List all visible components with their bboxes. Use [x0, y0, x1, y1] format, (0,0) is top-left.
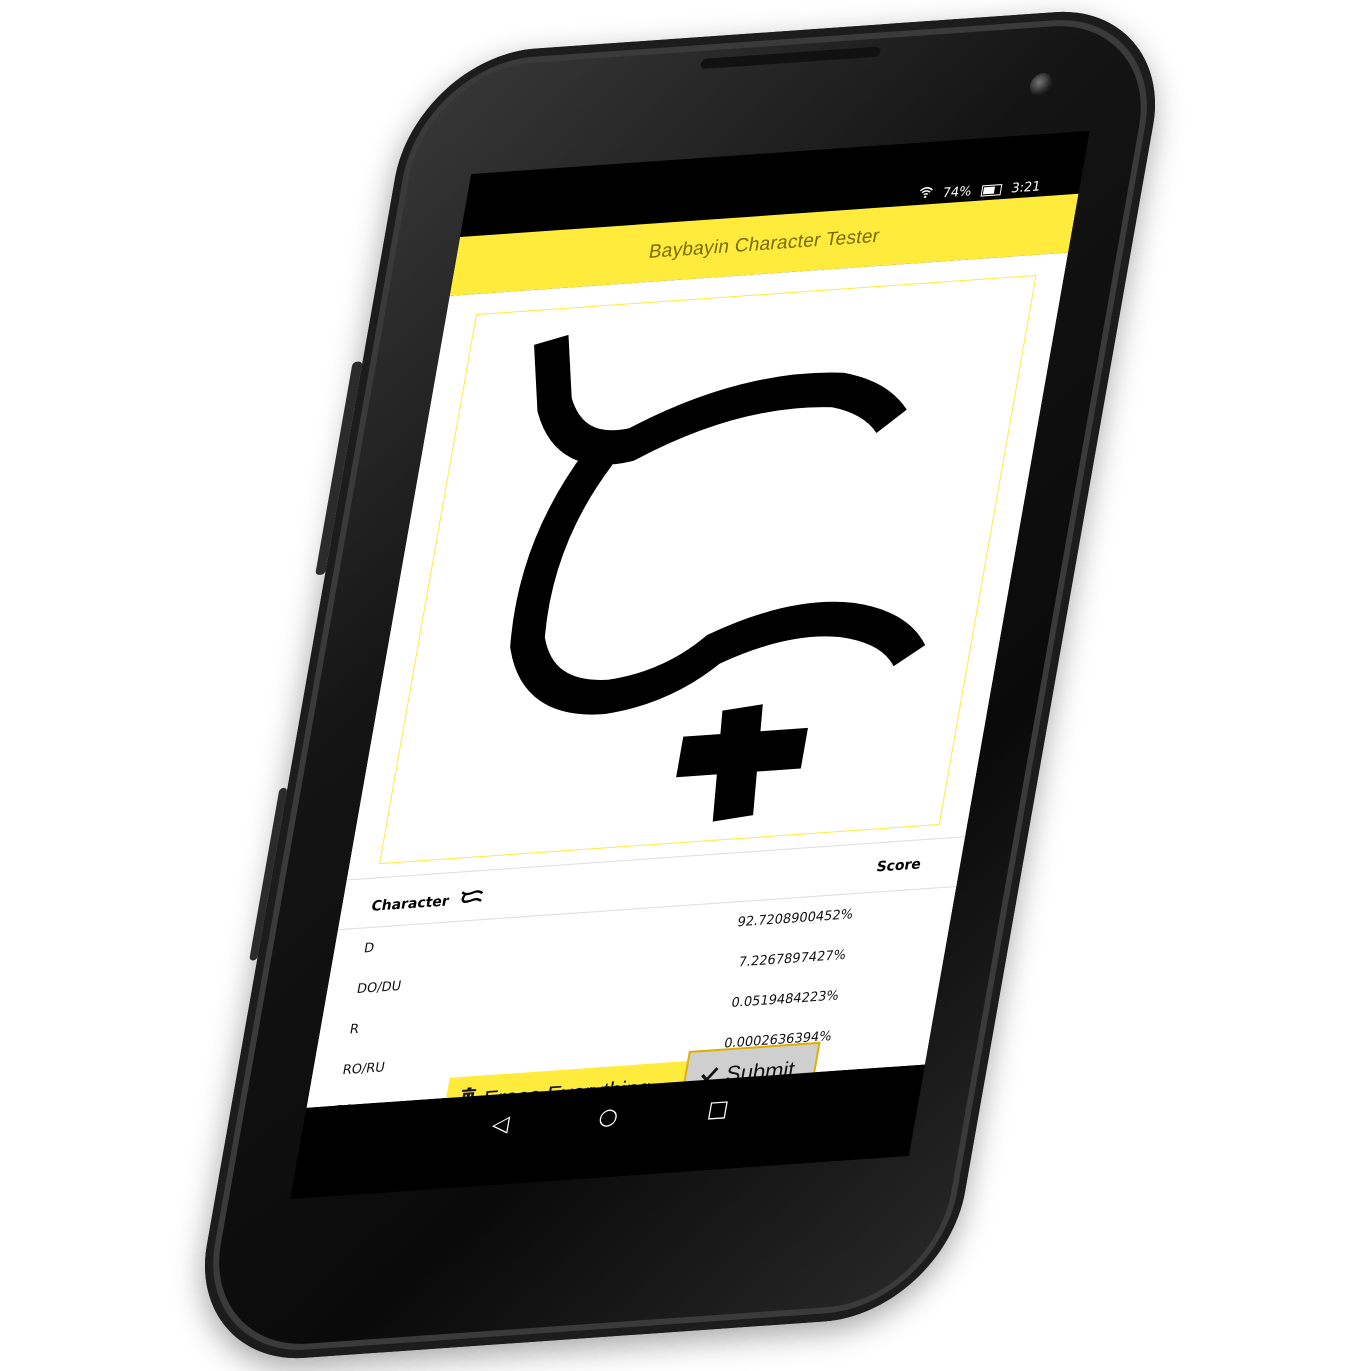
home-icon[interactable]: ○: [597, 1103, 621, 1130]
row-character: DO/DU: [355, 978, 403, 997]
earpiece-speaker: [699, 46, 882, 70]
battery-icon: [980, 183, 1003, 197]
wifi-icon: [917, 186, 934, 203]
volume-button: [249, 787, 288, 961]
score-column-header: Score: [875, 856, 923, 876]
recents-icon[interactable]: □: [706, 1096, 731, 1123]
row-score: 0.0519484223%: [730, 987, 840, 1011]
clock: 3:21: [1009, 178, 1042, 197]
app-title: Baybayin Character Tester: [647, 225, 882, 264]
row-score: 7.2267897427%: [737, 947, 848, 970]
battery-percent: 74%: [941, 183, 973, 201]
drawn-stroke: [510, 334, 926, 822]
back-icon[interactable]: ◁: [490, 1111, 511, 1138]
drawing-canvas[interactable]: [379, 274, 1037, 865]
row-character: D: [362, 940, 376, 957]
drawn-character-preview: ᜇ: [457, 883, 486, 911]
power-button: [315, 361, 363, 576]
character-column-header: Character: [370, 893, 451, 915]
row-character: RO/RU: [341, 1059, 387, 1078]
row-character: R: [348, 1021, 361, 1038]
front-camera: [1028, 72, 1055, 97]
row-score: 92.7208900452%: [736, 906, 855, 930]
